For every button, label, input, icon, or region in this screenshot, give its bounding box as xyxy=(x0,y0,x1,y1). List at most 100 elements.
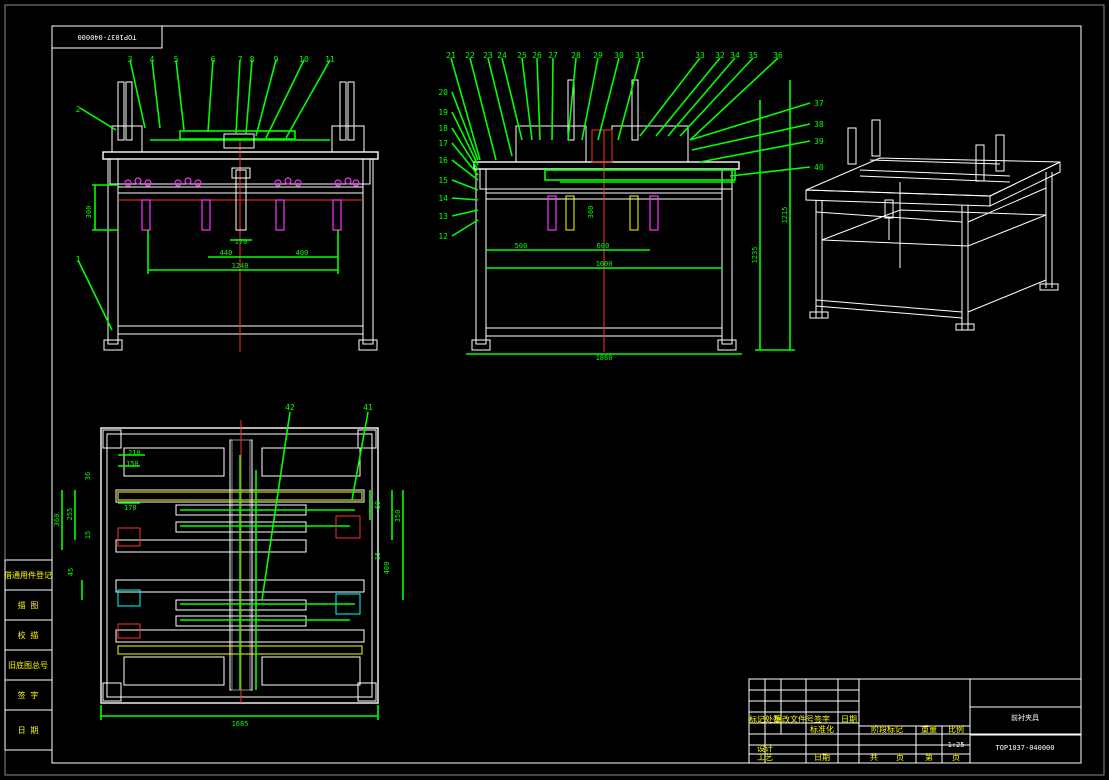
balloon-label: 25 xyxy=(517,51,527,60)
balloon-label: 17 xyxy=(438,139,448,148)
side-dim-overall-height: 1215 xyxy=(781,207,789,224)
title-block-cell: 第 xyxy=(925,752,933,762)
side-balloons-top: 21 22 23 24 25 26 27 28 29 30 31 33 32 3… xyxy=(446,51,783,60)
strip-label: 校 描 xyxy=(18,630,39,640)
plan-dim: 15 xyxy=(84,531,92,539)
balloon-label: 36 xyxy=(773,51,783,60)
balloon-label: 5 xyxy=(174,55,179,64)
front-dim-overall: 1240 xyxy=(232,262,249,270)
balloon-label: 10 xyxy=(299,55,309,64)
strip-label: 借通用件登记 xyxy=(4,570,52,580)
plan-dim: 400 xyxy=(383,562,391,575)
balloon-label: 27 xyxy=(548,51,558,60)
side-balloons-left xyxy=(451,91,479,237)
plan-dim: 255 xyxy=(66,508,74,521)
drawing-number-stamp-text: TOP1037-040000 xyxy=(77,33,136,41)
title-block-cell: 工艺 xyxy=(757,753,773,762)
balloon-label: 16 xyxy=(438,156,448,165)
front-view: 300 170 440 400 1240 3 4 5 6 7 8 9 10 11… xyxy=(76,55,379,352)
title-block-cell: 阶段标记 xyxy=(871,724,903,734)
front-dim-span-right: 400 xyxy=(296,249,309,257)
balloon-label: 22 xyxy=(465,51,475,60)
balloon-label: 37 xyxy=(814,99,824,108)
balloon-label: 2 xyxy=(76,105,81,114)
balloon-label: 20 xyxy=(438,88,448,97)
balloon-label: 18 xyxy=(438,124,448,133)
balloon-label: 30 xyxy=(614,51,624,60)
title-block-cell: 签字 xyxy=(814,714,830,724)
title-block-name: 前衬夹具 xyxy=(1011,713,1039,722)
plan-dim: 36 xyxy=(84,472,92,480)
balloon-label: 21 xyxy=(446,51,456,60)
title-block-cell: 标准化 xyxy=(810,724,834,734)
balloon-label: 38 xyxy=(814,120,824,129)
balloon-label: 1 xyxy=(76,255,81,264)
balloon-label: 34 xyxy=(730,51,740,60)
title-block-cell: 重量 xyxy=(921,724,937,734)
title-block-cell: 页 xyxy=(952,753,960,762)
balloon-label: 33 xyxy=(695,51,705,60)
balloon-label: 24 xyxy=(497,51,507,60)
title-block-scale: 1:25 xyxy=(948,741,965,749)
front-dim-gap: 170 xyxy=(235,238,248,246)
side-dim-total-width: 1600 xyxy=(596,260,613,268)
balloon-label: 39 xyxy=(814,137,824,146)
title-block-cell: 日期 xyxy=(841,715,857,724)
sheet-outer-border xyxy=(4,4,1105,776)
side-view: 500 600 300 1600 1860 1235 1215 21 22 23… xyxy=(438,51,823,362)
side-dim-height: 1235 xyxy=(751,247,759,264)
side-dim-left: 500 xyxy=(515,242,528,250)
balloon-label: 13 xyxy=(438,212,448,221)
title-block-cell: 日期 xyxy=(814,753,830,762)
front-balloons-top: 3 4 5 6 7 8 9 10 11 xyxy=(128,55,335,64)
cad-drawing-canvas: TOP1037-040000 借通用件登记 描 图 校 描 旧底图总号 签 字 … xyxy=(4,4,1105,776)
balloon-label: 7 xyxy=(238,55,243,64)
strip-label: 签 字 xyxy=(18,690,39,700)
balloon-label: 28 xyxy=(571,51,581,60)
title-block-cell: 更改文件号 xyxy=(774,714,814,724)
strip-label: 描 图 xyxy=(18,600,39,610)
title-block-cell: 比例 xyxy=(948,724,964,734)
balloon-label: 15 xyxy=(438,176,448,185)
strip-label: 旧底图总号 xyxy=(8,660,48,670)
balloon-label: 12 xyxy=(438,232,448,241)
title-block-number: TOP1037-040000 xyxy=(995,744,1054,752)
left-record-strip: 借通用件登记 描 图 校 描 旧底图总号 签 字 日 期 xyxy=(4,559,53,751)
plan-dim: 350 xyxy=(394,510,402,523)
balloon-label: 14 xyxy=(438,194,448,203)
balloon-label: 40 xyxy=(814,163,824,172)
side-dim-overall-width: 1860 xyxy=(596,354,613,362)
balloon-label: 26 xyxy=(532,51,542,60)
balloon-label: 23 xyxy=(483,51,493,60)
balloon-label: 19 xyxy=(438,108,448,117)
title-block-cell: 共 xyxy=(870,753,878,762)
balloon-label: 31 xyxy=(635,51,645,60)
title-block-cell: 标记 xyxy=(749,714,765,724)
front-dim-span-inner: 440 xyxy=(220,249,233,257)
balloon-label: 3 xyxy=(128,55,133,64)
title-block-cell: 设计 xyxy=(757,743,773,753)
plan-dim: 1685 xyxy=(232,720,249,728)
plan-dim: 170 xyxy=(124,504,137,512)
balloon-label: 11 xyxy=(325,55,335,64)
plan-dim: 45 xyxy=(67,568,75,576)
plan-dim: 150 xyxy=(126,460,139,468)
drawing-number-stamp: TOP1037-040000 xyxy=(51,25,163,49)
balloon-label: 42 xyxy=(285,403,295,412)
front-dim-height: 300 xyxy=(85,206,93,219)
balloon-label: 6 xyxy=(211,55,216,64)
isometric-view xyxy=(805,119,1061,331)
plan-dim: 15 xyxy=(374,552,382,560)
plan-dim: 60 xyxy=(374,501,382,509)
balloon-label: 8 xyxy=(250,55,255,64)
balloon-label: 32 xyxy=(715,51,725,60)
title-block-cell: 页 xyxy=(896,753,904,762)
balloon-label: 35 xyxy=(748,51,758,60)
plan-dim: 210 xyxy=(128,449,141,457)
side-dim-inner-height: 300 xyxy=(587,206,595,219)
balloon-label: 29 xyxy=(593,51,603,60)
side-dim-right: 600 xyxy=(597,242,610,250)
plan-view: 210 150 36 170 360 255 15 45 350 60 15 4… xyxy=(53,403,404,728)
balloon-label: 4 xyxy=(150,55,155,64)
balloon-label: 9 xyxy=(274,55,279,64)
